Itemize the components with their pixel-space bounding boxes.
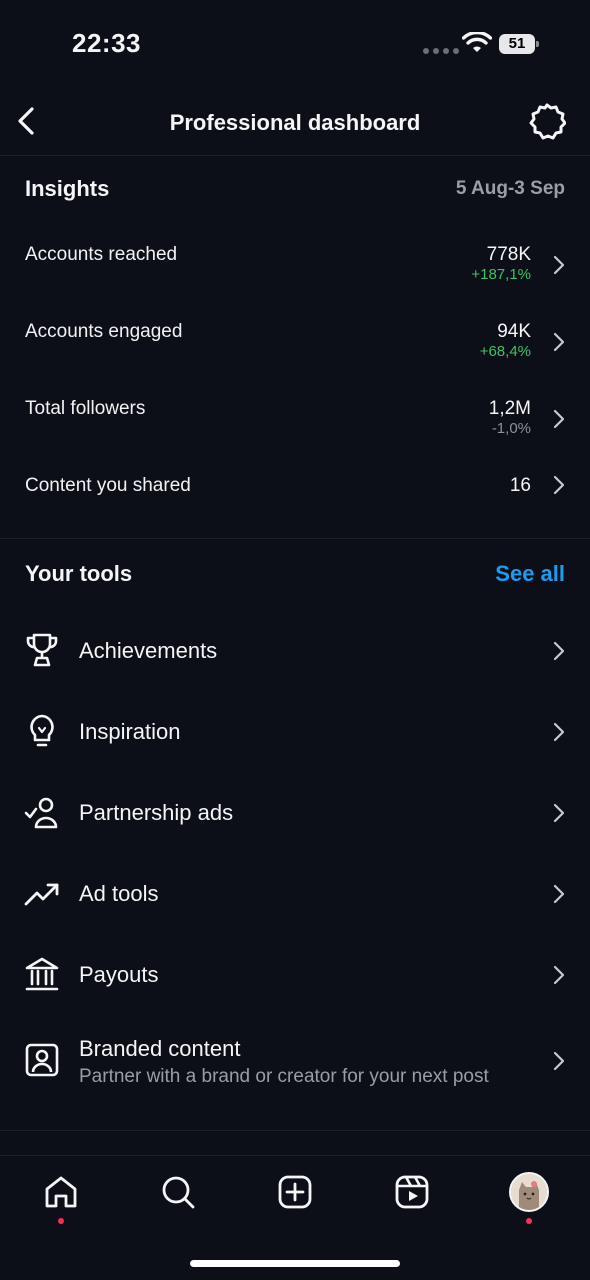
lightbulb-icon	[30, 714, 54, 747]
tool-label: Payouts	[79, 962, 159, 987]
battery-icon: 51	[499, 34, 539, 54]
metric-value: 94K	[497, 321, 531, 342]
chevron-right-icon	[553, 884, 565, 904]
metric-accounts-engaged[interactable]: Accounts engaged 94K +68,4%	[0, 321, 590, 381]
tool-label: Inspiration	[79, 719, 181, 744]
chevron-right-icon	[553, 641, 565, 661]
metric-change: -1,0%	[491, 420, 531, 437]
metric-value: 16	[509, 475, 531, 496]
nav-profile[interactable]	[509, 1172, 549, 1212]
home-indicator	[190, 1260, 400, 1267]
partnership-icon	[24, 797, 58, 829]
chevron-right-icon	[553, 409, 565, 429]
metric-label: Accounts reached	[25, 244, 178, 265]
metric-value: 778K	[486, 244, 531, 265]
chevron-right-icon	[553, 965, 565, 985]
trending-up-icon	[24, 883, 59, 906]
cellular-signal-icon	[423, 48, 459, 54]
insights-header: Insights 5 Aug-3 Sep	[25, 176, 565, 202]
tool-label: Ad tools	[79, 881, 159, 906]
tool-label: Branded content	[79, 1036, 241, 1061]
chevron-right-icon	[553, 255, 565, 275]
header: Professional dashboard	[0, 90, 590, 156]
metric-content-shared[interactable]: Content you shared 16	[0, 475, 590, 535]
chevron-right-icon	[553, 332, 565, 352]
chevron-right-icon	[553, 803, 565, 823]
tool-partnership-ads[interactable]: Partnership ads	[0, 777, 590, 847]
branded-content-icon	[25, 1043, 59, 1077]
create-icon	[278, 1175, 312, 1209]
tool-subtitle: Partner with a brand or creator for your…	[79, 1066, 489, 1087]
gear-icon[interactable]	[528, 102, 566, 140]
metric-label: Content you shared	[25, 475, 191, 496]
tool-label: Partnership ads	[79, 800, 234, 825]
tool-ad-tools[interactable]: Ad tools	[0, 858, 590, 928]
metric-accounts-reached[interactable]: Accounts reached 778K +187,1%	[0, 244, 590, 304]
tool-payouts[interactable]: Payouts	[0, 939, 590, 1009]
status-bar: 22:33 51	[0, 0, 590, 90]
see-all-link[interactable]: See all	[495, 561, 565, 587]
metric-label: Total followers	[25, 398, 146, 419]
tools-title: Your tools	[25, 561, 133, 586]
search-icon	[162, 1176, 195, 1209]
home-icon	[45, 1176, 77, 1208]
nav-home[interactable]	[41, 1172, 81, 1212]
metric-label: Accounts engaged	[25, 321, 183, 342]
notification-dot	[526, 1218, 532, 1224]
notification-dot	[58, 1218, 64, 1224]
chevron-right-icon	[553, 475, 565, 495]
page-title: Professional dashboard	[169, 110, 421, 135]
divider	[0, 538, 590, 539]
chevron-right-icon	[553, 722, 565, 742]
avatar	[509, 1172, 549, 1212]
tool-inspiration[interactable]: Inspiration	[0, 696, 590, 766]
tool-label: Achievements	[79, 638, 218, 663]
tool-achievements[interactable]: Achievements	[0, 615, 590, 685]
divider	[0, 1130, 590, 1131]
nav-create[interactable]	[275, 1172, 315, 1212]
cat-avatar-image	[511, 1174, 547, 1210]
tools-header: Your tools See all	[25, 561, 565, 587]
trophy-icon	[26, 633, 58, 667]
insights-title: Insights	[25, 176, 110, 201]
battery-level: 51	[499, 34, 535, 54]
tool-branded-content[interactable]: Branded content Partner with a brand or …	[0, 1020, 590, 1110]
nav-reels[interactable]	[392, 1172, 432, 1212]
nav-search[interactable]	[158, 1172, 198, 1212]
wifi-icon	[462, 32, 492, 52]
date-range[interactable]: 5 Aug-3 Sep	[456, 178, 565, 200]
metric-change: +187,1%	[471, 266, 531, 283]
metric-change: +68,4%	[479, 343, 531, 360]
metric-value: 1,2M	[488, 398, 531, 419]
chevron-right-icon	[553, 1051, 565, 1071]
reels-icon	[395, 1175, 429, 1209]
metric-total-followers[interactable]: Total followers 1,2M -1,0%	[0, 398, 590, 458]
bank-icon	[25, 957, 59, 991]
status-time: 22:33	[72, 28, 141, 58]
